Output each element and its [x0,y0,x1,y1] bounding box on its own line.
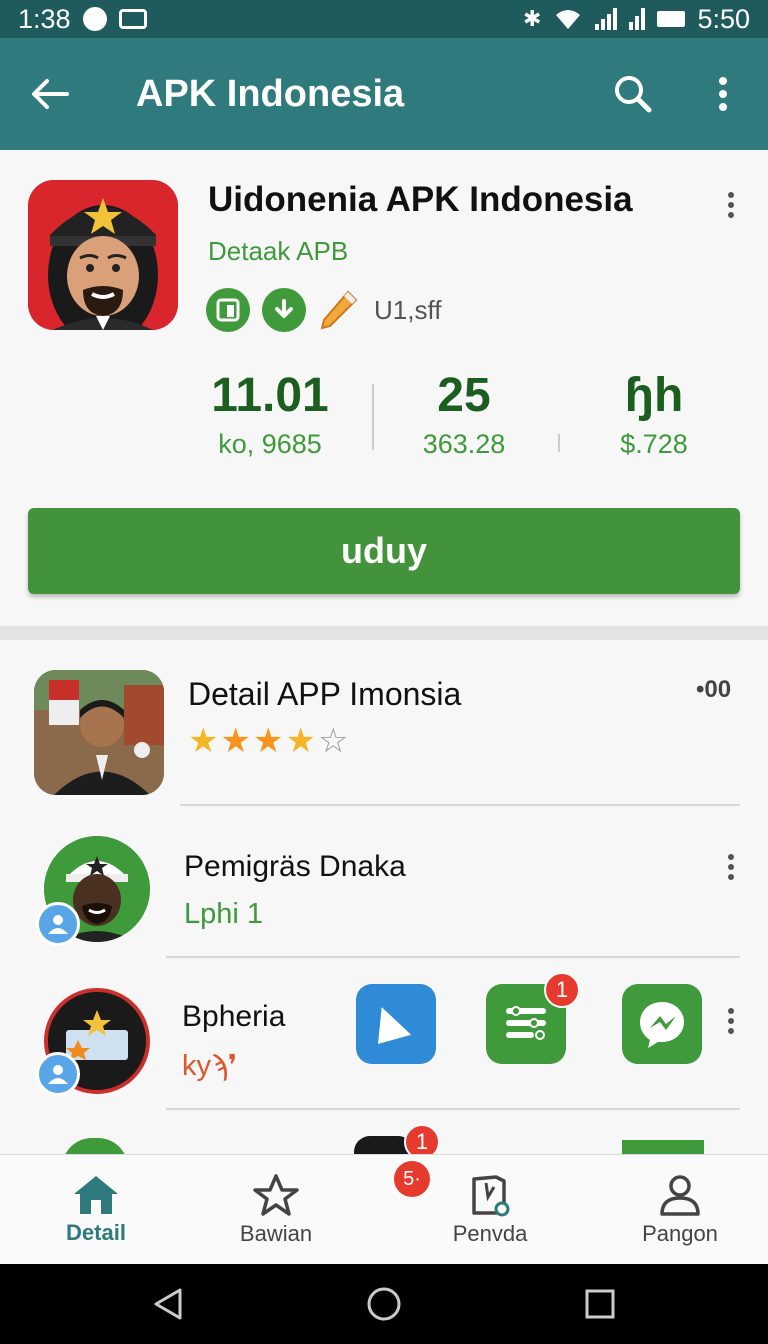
star-outline-icon: ☆ [317,722,349,760]
stat-1-label: ko, 9685 [218,429,322,459]
star-icon: ★ [220,722,251,760]
stat-divider [558,434,560,452]
status-time-right: 5:50 [697,3,750,34]
app-subtitle: Detaak APB [208,236,349,266]
list-item-more-button[interactable] [716,852,746,882]
app-list: Detail APP Imonsia ★ ★ ★ ★ ☆ •00 Pemigrä… [0,640,768,1154]
star-icon [253,1174,299,1216]
list-item-meta: kyϡ❜ [182,1050,238,1082]
person-icon [660,1175,700,1216]
nav-label: Penvda [452,1221,528,1246]
square-recents-icon [585,1289,615,1319]
circle-home-icon [367,1287,401,1321]
stat-3-label: $.728 [620,429,688,459]
back-arrow-icon [32,79,69,109]
list-item-more-button[interactable] [716,1006,746,1036]
person-photo-image [34,670,164,795]
section-separator [0,626,768,640]
search-icon [615,76,652,113]
list-item[interactable]: Bpheria kyϡ❜ 1 [0,958,768,1110]
back-button[interactable] [0,38,100,150]
stat-2-label: 363.28 [422,429,506,459]
battery-icon [657,11,686,27]
app-header-card: Uidonenia APK Indonesia Detaak APB U1,sf… [0,150,768,626]
bookmark-icon [472,1175,510,1217]
system-navigation [0,1264,768,1344]
chat-list-icon [506,1006,546,1040]
wifi-icon [556,10,581,29]
star-icon: ★ [252,722,284,760]
stat-3: ɧh $.728 [564,368,744,460]
triangle-back-icon [154,1288,182,1320]
nav-penvda[interactable]: Penvda [394,1155,586,1265]
messenger-icon [640,1002,684,1048]
person-photo [34,670,164,795]
home-icon [74,1176,118,1214]
notification-box-icon [118,9,147,29]
list-item-name: Bpheria [182,1000,286,1033]
download-icon [275,299,293,318]
nav-bawian[interactable]: Bawian [180,1155,372,1265]
star-icon: ★ [285,722,316,760]
device-icon [216,298,240,322]
list-item-meta: Lphi 1 [184,898,264,930]
screen: 1:38 ✱ 5:50 APK Indonesia Uidonenia APK … [0,0,768,1344]
police-avatar-icon [28,180,178,330]
header-more-button[interactable] [716,190,746,220]
notification-badge: 1 [404,1124,440,1154]
app-bar: APK Indonesia [0,38,768,150]
more-vertical-icon [719,77,727,111]
pencil-icon [320,290,358,330]
nav-pangon[interactable]: Pangon [584,1155,768,1265]
list-item[interactable]: Detail APP Imonsia ★ ★ ★ ★ ☆ •00 [0,640,768,806]
nav-label: Bawian [239,1221,313,1246]
signal-icon [595,8,618,30]
stat-2: 25 363.28 [374,368,554,460]
app-name: Uidonenia APK Indonesia [208,180,633,219]
list-item-partial[interactable]: 1 [0,1110,768,1154]
page-title: APK Indonesia [136,72,405,115]
person-icon [48,915,68,934]
install-button[interactable]: uduy [28,508,740,594]
app-tile-messenger[interactable] [622,984,702,1064]
app-tile-send[interactable] [356,984,436,1064]
stat-1: 11.01 ko, 9685 [180,368,360,460]
list-item-extra: •00 [696,676,732,703]
messenger-icon [82,7,107,31]
partial-app-tile [622,1140,704,1154]
star-icon: ★ [188,722,219,760]
nav-label: Detail [66,1220,126,1245]
user-badge [36,902,80,946]
person-icon [48,1065,68,1084]
badge-text: U1,sff [374,294,442,325]
search-button[interactable] [588,38,678,150]
nav-label: Pangon [642,1221,718,1246]
list-item-name: Pemigräs Dnaka [184,850,406,883]
app-badges: U1,sff [206,288,441,332]
user-badge [36,1052,80,1096]
notification-badge: 1 [544,972,580,1008]
status-time-left: 1:38 [18,3,71,34]
bluetooth-icon: ✱ [523,6,542,31]
system-recents-button[interactable] [576,1280,624,1328]
app-icon [28,180,178,330]
signal-2-icon [629,8,646,30]
nav-detail[interactable]: Detail [0,1155,192,1265]
stats-row: 11.01 ko, 9685 25 363.28 ɧh $.728 [180,368,768,468]
download-badge [262,288,306,332]
system-home-button[interactable] [360,1280,408,1328]
rating-stars: ★ ★ ★ ★ ☆ [188,724,348,758]
partial-avatar [62,1138,128,1154]
list-item-name: Detail APP Imonsia [188,676,462,712]
status-bar: 1:38 ✱ 5:50 [0,0,768,38]
stat-2-value: 25 [437,369,491,422]
bottom-navigation: Detail Bawian 5· Penvda Pangon [0,1154,768,1264]
device-badge [206,288,250,332]
list-item[interactable]: Pemigräs Dnaka Lphi 1 [0,806,768,958]
stat-3-value: ɧh [624,369,684,422]
send-icon [378,1002,416,1044]
overflow-menu-button[interactable] [678,38,768,150]
stat-1-value: 11.01 [211,369,329,422]
system-back-button[interactable] [144,1280,192,1328]
